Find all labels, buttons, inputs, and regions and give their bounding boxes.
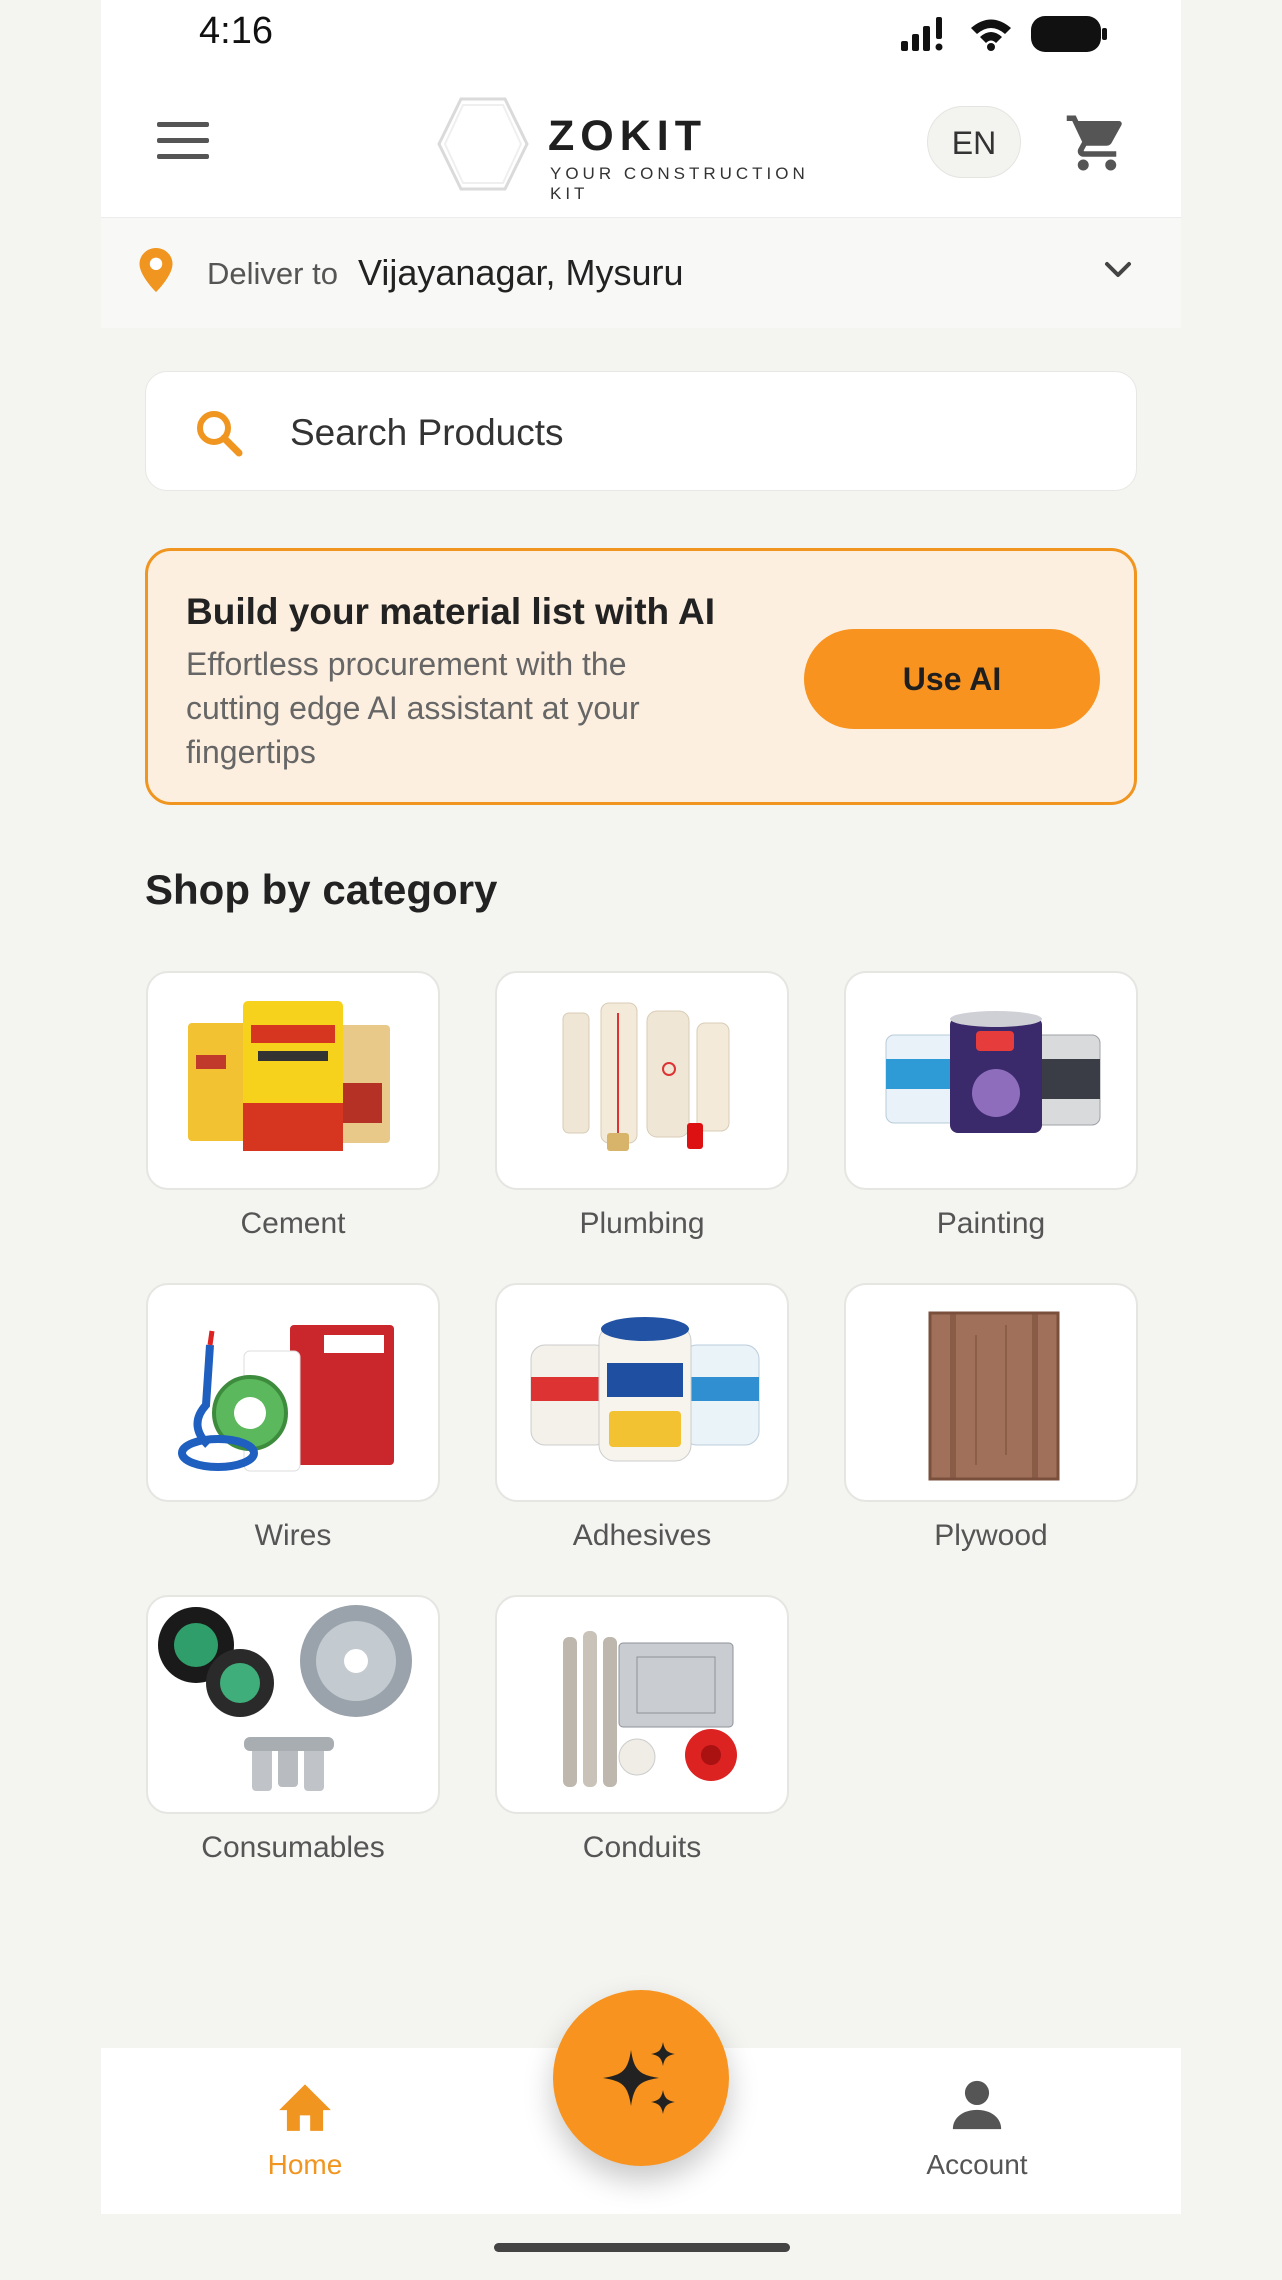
adhesive-jars-icon: [530, 1317, 760, 1462]
ai-assistant-fab[interactable]: [553, 1990, 729, 2166]
category-label: Consumables: [201, 1831, 385, 1864]
status-icons: [901, 12, 1107, 56]
chevron-down-icon: [1105, 262, 1131, 277]
nav-account-label: Account: [926, 2149, 1028, 2180]
category-plywood[interactable]: Plywood: [844, 1283, 1138, 1573]
sparkles-icon: [603, 2042, 675, 2114]
status-time: 4:16: [199, 10, 273, 52]
conduits-icon: [563, 1631, 737, 1787]
category-image-card: [495, 971, 789, 1190]
pipes-icon: [562, 1002, 730, 1151]
battery-icon: [1031, 16, 1107, 52]
language-selector[interactable]: EN: [927, 106, 1021, 178]
category-image-card: [146, 1283, 440, 1502]
paint-buckets-icon: [885, 1011, 1101, 1133]
search-placeholder: Search Products: [290, 412, 564, 453]
consumables-icon: [158, 1605, 412, 1791]
brand-logo: ZOKIT YOUR CONSTRUCTION KIT: [433, 94, 853, 203]
nav-account[interactable]: Account: [877, 2076, 1077, 2181]
ai-promo-banner: Build your material list with AI Effortl…: [145, 548, 1137, 805]
category-label: Plywood: [934, 1519, 1048, 1552]
home-icon: [279, 2084, 331, 2131]
category-image-card: [146, 971, 440, 1190]
search-icon: [197, 411, 243, 457]
category-image-card: [495, 1595, 789, 1814]
brand-tagline: YOUR CONSTRUCTION KIT: [550, 164, 809, 203]
ai-banner-description: Effortless procurement with the cutting …: [186, 646, 640, 770]
category-label: Painting: [936, 1207, 1046, 1240]
category-adhesives[interactable]: Adhesives: [495, 1283, 789, 1573]
use-ai-button[interactable]: Use AI: [804, 629, 1100, 729]
hamburger-menu-icon[interactable]: [157, 122, 209, 162]
app-screen: 4:16 ZOKIT YOUR CONSTRUCTION KIT EN Deli…: [101, 0, 1181, 2280]
category-image-card: [495, 1283, 789, 1502]
category-label: Cement: [240, 1207, 346, 1240]
cart-icon[interactable]: [1064, 110, 1130, 176]
category-label: Conduits: [582, 1831, 702, 1864]
ai-banner-title: Build your material list with AI: [186, 591, 716, 632]
delivery-location-selector[interactable]: Deliver to Vijayanagar, Mysuru: [101, 218, 1181, 328]
search-input[interactable]: Search Products: [145, 371, 1137, 491]
nav-home[interactable]: Home: [205, 2076, 405, 2181]
category-section-title: Shop by category: [145, 866, 498, 913]
category-image-card: [844, 971, 1138, 1190]
delivery-location: Vijayanagar, Mysuru: [358, 252, 684, 293]
cement-bags-icon: [188, 1001, 390, 1151]
category-wires[interactable]: Wires: [146, 1283, 440, 1573]
nav-home-label: Home: [267, 2149, 343, 2180]
category-image-card: [844, 1283, 1138, 1502]
category-label: Wires: [254, 1519, 332, 1552]
category-consumables[interactable]: Consumables: [146, 1595, 440, 1885]
hexagon-logo-icon: [437, 97, 529, 191]
category-cement[interactable]: Cement: [146, 971, 440, 1261]
app-header: ZOKIT YOUR CONSTRUCTION KIT EN: [101, 70, 1181, 218]
signal-icon: [901, 17, 943, 51]
account-icon: [952, 2080, 1002, 2130]
category-image-card: [146, 1595, 440, 1814]
status-bar: 4:16: [101, 0, 1181, 70]
category-plumbing[interactable]: Plumbing: [495, 971, 789, 1261]
plywood-sheet-icon: [928, 1311, 1060, 1481]
wires-icon: [178, 1325, 394, 1472]
deliver-to-label: Deliver to: [207, 256, 338, 291]
wifi-icon: [971, 19, 1011, 51]
brand-name: ZOKIT: [548, 112, 707, 160]
location-pin-icon: [139, 248, 173, 292]
home-indicator: [494, 2243, 790, 2252]
category-conduits[interactable]: Conduits: [495, 1595, 789, 1885]
category-label: Plumbing: [579, 1207, 705, 1240]
category-label: Adhesives: [572, 1519, 712, 1552]
category-painting[interactable]: Painting: [844, 971, 1138, 1261]
